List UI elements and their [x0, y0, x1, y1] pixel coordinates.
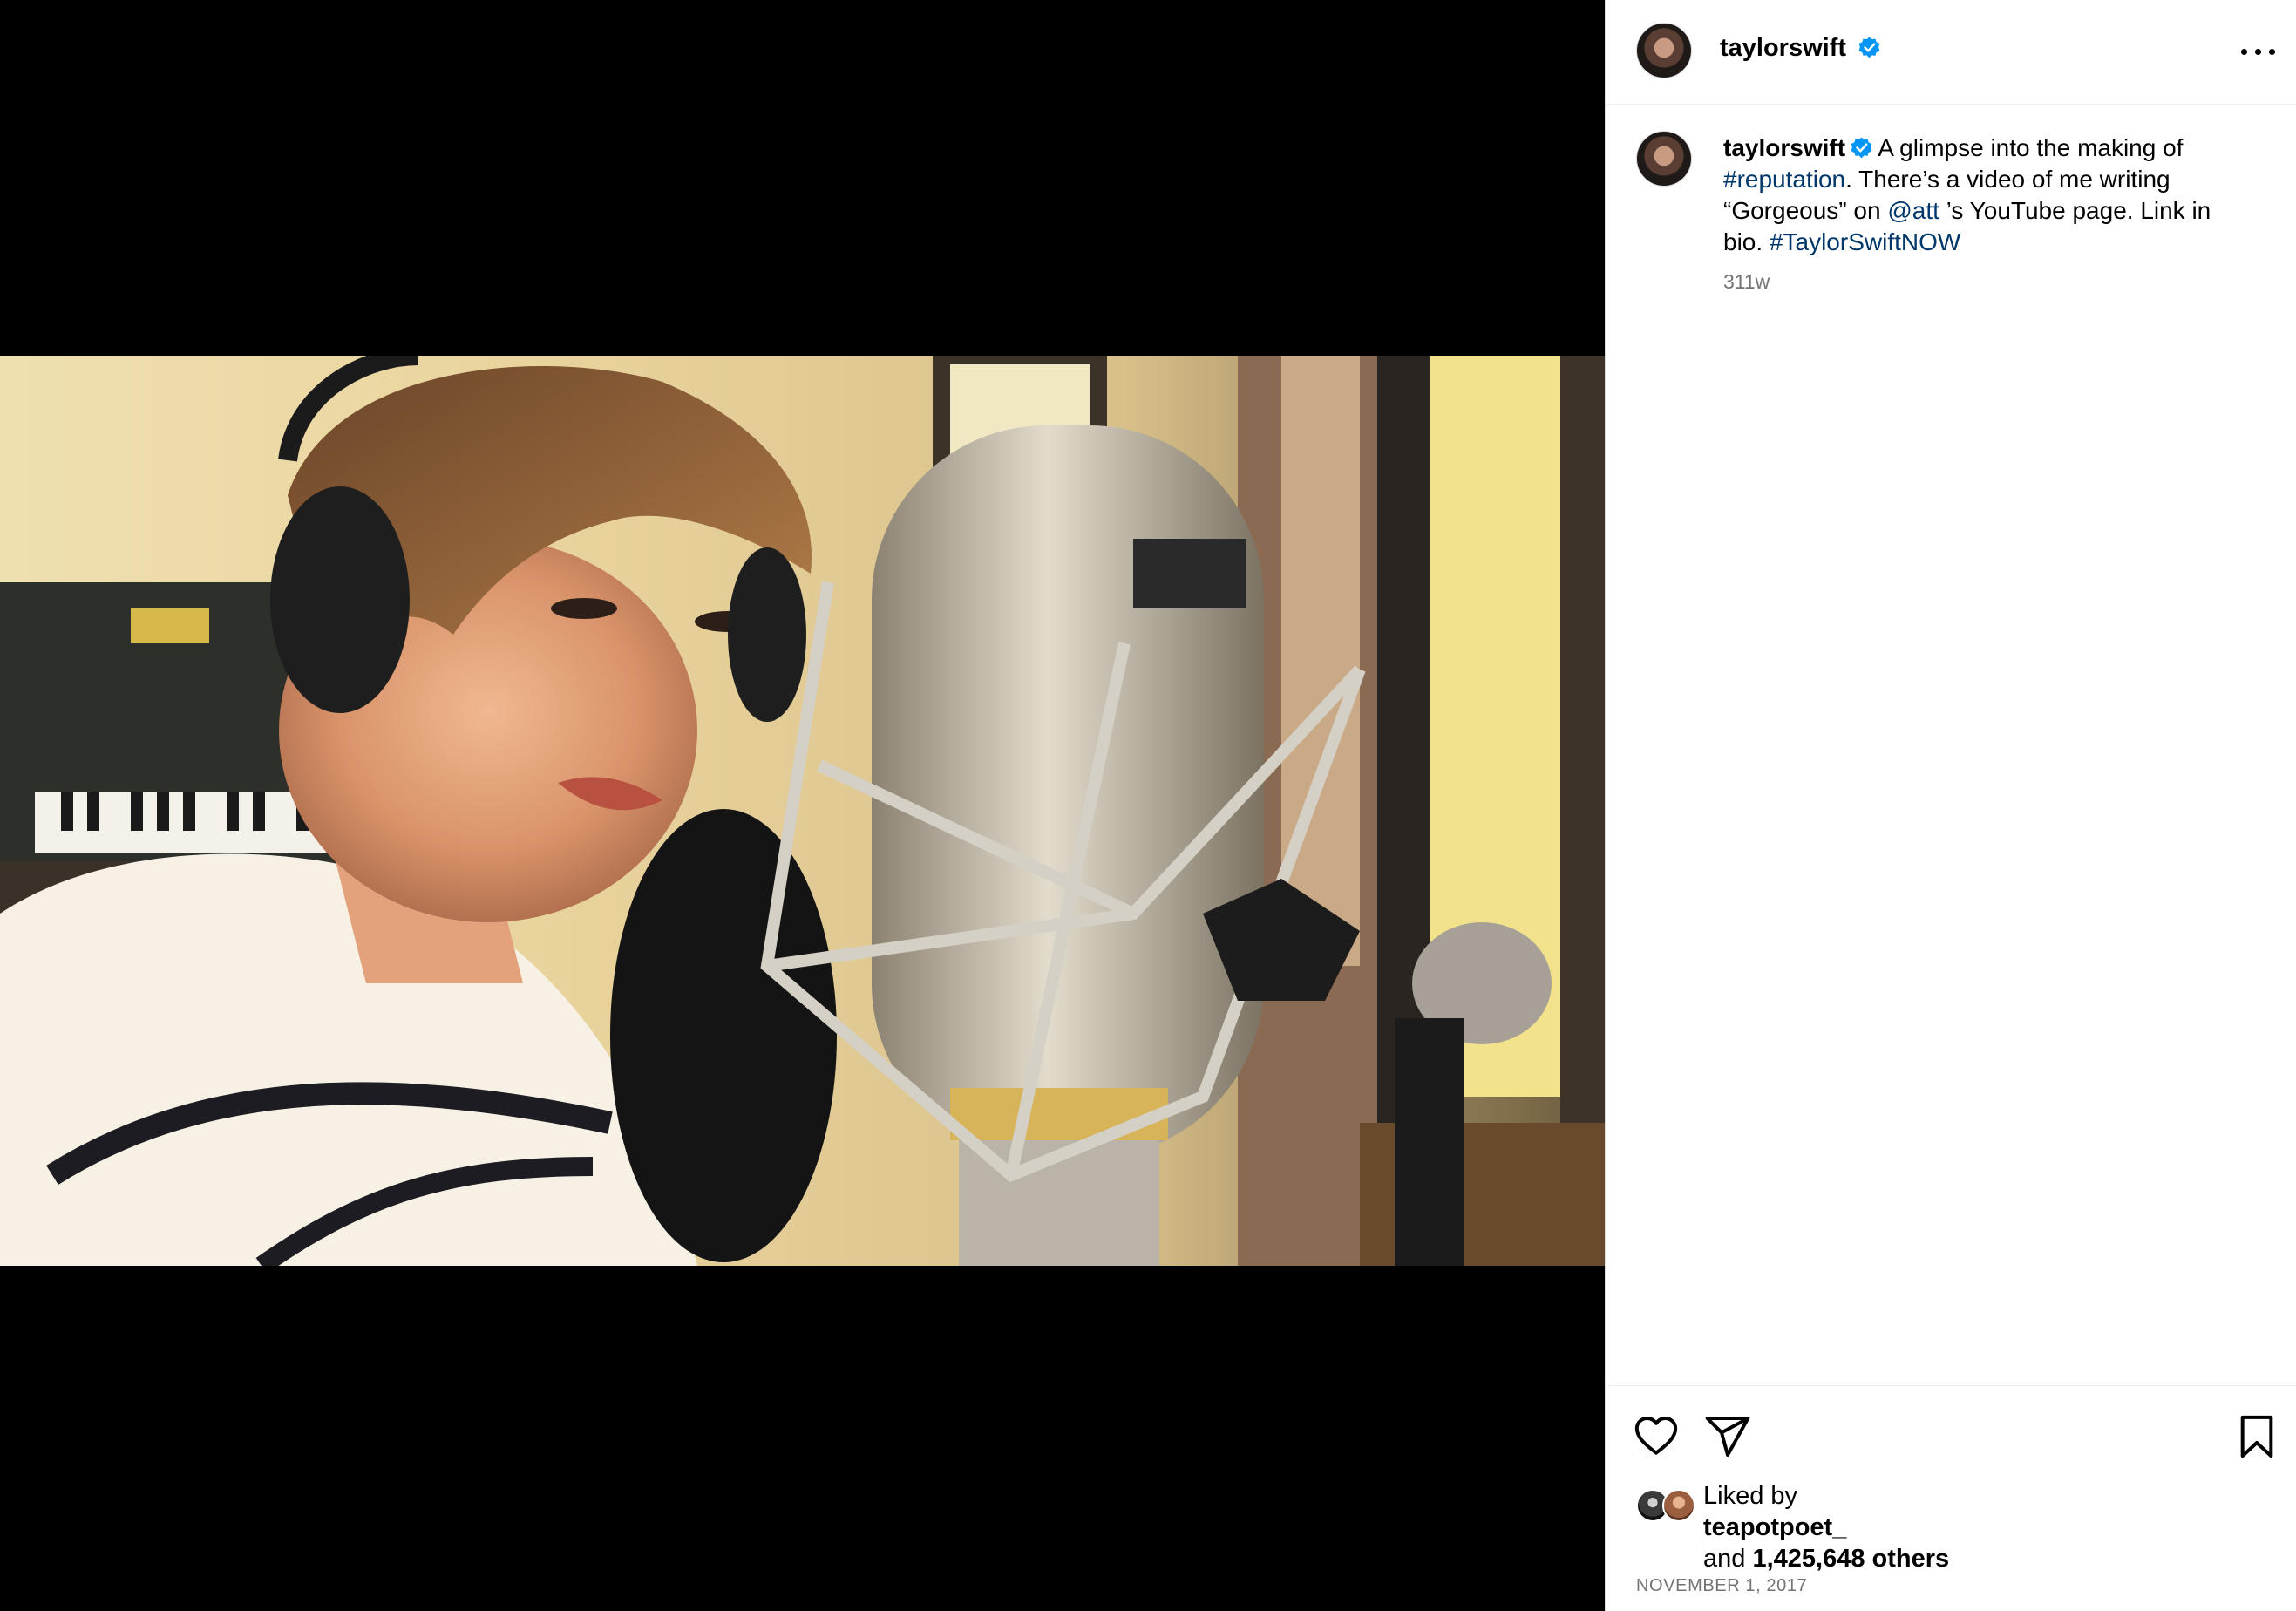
- more-options-icon-dot: [2269, 49, 2275, 55]
- liked-by-label: Liked by: [1703, 1482, 1798, 1510]
- caption-text: taylorswift A glimpse into the making of…: [1723, 133, 2255, 258]
- author-username[interactable]: taylorswift: [1720, 34, 1880, 63]
- studio-selfie-image: [0, 356, 1605, 1266]
- mention-att-link[interactable]: @att: [1887, 197, 1939, 224]
- liked-by-user-link[interactable]: teapotpoet_: [1703, 1513, 1846, 1541]
- hashtag-taylorswiftnow-link[interactable]: #TaylorSwiftNOW: [1770, 228, 1960, 255]
- post-header: taylorswift: [1606, 0, 2296, 105]
- post-media-pane: [0, 0, 1605, 1611]
- more-options-icon: [2241, 49, 2247, 55]
- post-photo[interactable]: [0, 356, 1605, 1266]
- likes-count-link[interactable]: 1,425,648 others: [1752, 1545, 1949, 1573]
- caption-username[interactable]: taylorswift: [1723, 134, 1845, 161]
- verified-badge-icon: [1851, 137, 1872, 159]
- author-username-text[interactable]: taylorswift: [1720, 34, 1846, 62]
- post-actions: Liked by teapotpoet_ and 1,425,648 other…: [1606, 1385, 2296, 1611]
- paper-plane-icon: [1705, 1417, 1750, 1457]
- likes-text: Liked by teapotpoet_ and 1,425,648 other…: [1703, 1480, 1949, 1574]
- post-details-panel: taylorswift taylorswift A glimpse into t…: [1605, 0, 2296, 1611]
- caption-body-1: A glimpse into the making of: [1878, 134, 2184, 161]
- bookmark-icon: [2240, 1415, 2273, 1458]
- caption-author-avatar[interactable]: [1636, 131, 1692, 187]
- like-button[interactable]: [1632, 1412, 1681, 1461]
- hashtag-reputation-link[interactable]: #reputation: [1723, 166, 1845, 193]
- liker-avatars[interactable]: [1636, 1489, 1699, 1522]
- post-date[interactable]: NOVEMBER 1, 2017: [1636, 1576, 1807, 1596]
- liker-avatar[interactable]: [1662, 1489, 1695, 1522]
- author-avatar[interactable]: [1636, 23, 1692, 78]
- post-time-ago[interactable]: 311w: [1723, 270, 1770, 294]
- more-options-icon-dot: [2255, 49, 2261, 55]
- share-button[interactable]: [1703, 1412, 1752, 1461]
- save-button[interactable]: [2232, 1412, 2281, 1461]
- and-label: and: [1703, 1545, 1746, 1573]
- more-options-button[interactable]: [2238, 37, 2279, 66]
- verified-badge-icon: [1858, 37, 1880, 58]
- heart-icon: [1634, 1417, 1678, 1455]
